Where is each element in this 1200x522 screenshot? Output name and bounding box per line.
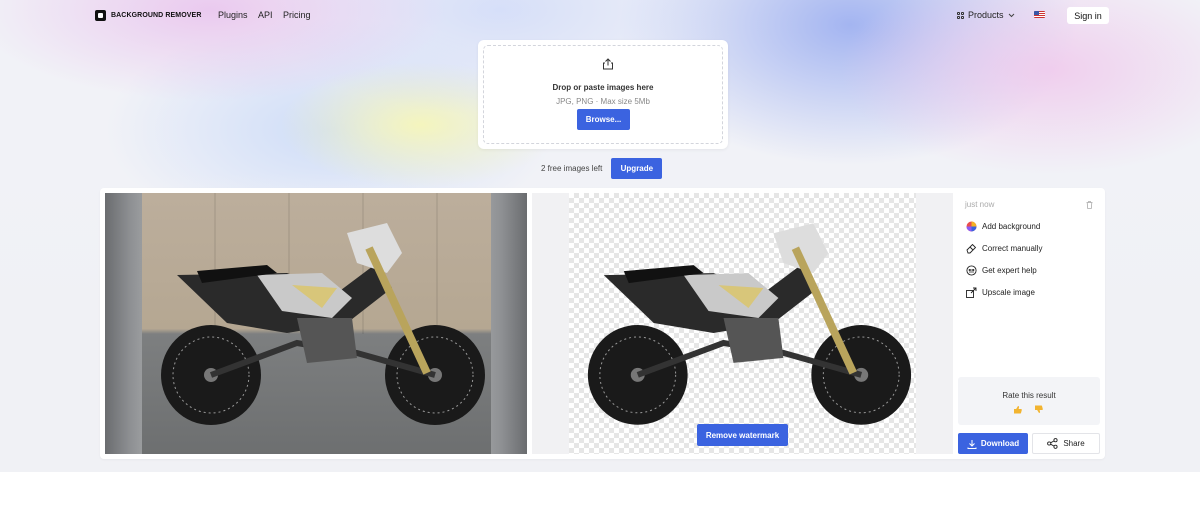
add-background-label: Add background <box>982 222 1041 231</box>
brand-name: BACKGROUND REMOVER <box>111 12 202 19</box>
rating-title: Rate this result <box>1002 391 1056 400</box>
share-label: Share <box>1063 439 1085 448</box>
upload-card[interactable]: Drop or paste images here JPG, PNG · Max… <box>478 40 728 149</box>
rating-thumbs <box>1012 404 1044 415</box>
result-sidebar: just now Add background Correct manually <box>958 193 1100 454</box>
upload-icon <box>603 58 613 70</box>
remove-watermark-button[interactable]: Remove watermark <box>697 424 788 446</box>
upscale-image-button[interactable]: Upscale image <box>966 287 1035 298</box>
thumbs-up-icon[interactable] <box>1012 404 1023 415</box>
original-image[interactable] <box>105 193 527 454</box>
result-timestamp: just now <box>965 200 995 209</box>
get-expert-help-label: Get expert help <box>982 266 1037 275</box>
download-button[interactable]: Download <box>958 433 1028 454</box>
signin-button[interactable]: Sign in <box>1067 7 1109 24</box>
products-menu[interactable]: Products <box>957 10 1015 20</box>
color-wheel-icon <box>966 221 977 232</box>
quota-row: 2 free images left Upgrade <box>541 158 663 179</box>
brand-logo-icon <box>95 10 106 21</box>
result-card: Remove watermark just now Add background… <box>100 188 1105 459</box>
trash-icon[interactable] <box>1086 201 1093 209</box>
dropzone[interactable]: Drop or paste images here JPG, PNG · Max… <box>483 45 723 144</box>
top-nav: BACKGROUND REMOVER Plugins API Pricing P… <box>0 0 1200 30</box>
add-background-button[interactable]: Add background <box>966 221 1040 232</box>
motorcycle-image <box>161 223 485 425</box>
dropzone-title: Drop or paste images here <box>552 83 654 92</box>
motorcycle-cutout-image <box>587 223 912 425</box>
thumbs-down-icon[interactable] <box>1033 404 1044 415</box>
brand-logo[interactable]: BACKGROUND REMOVER <box>95 10 201 21</box>
result-image[interactable]: Remove watermark <box>532 193 953 454</box>
us-flag-icon[interactable] <box>1034 11 1045 18</box>
correct-manually-label: Correct manually <box>982 244 1043 253</box>
share-icon <box>1047 438 1058 449</box>
share-button[interactable]: Share <box>1032 433 1100 454</box>
products-label: Products <box>968 10 1004 20</box>
nav-link-plugins[interactable]: Plugins <box>218 10 248 20</box>
download-label: Download <box>980 439 1020 448</box>
correct-manually-button[interactable]: Correct manually <box>966 243 1042 254</box>
rating-box: Rate this result <box>958 377 1100 425</box>
browse-button[interactable]: Browse... <box>577 109 630 130</box>
eraser-icon <box>966 243 977 254</box>
expert-help-icon <box>966 265 977 276</box>
chevron-down-icon <box>1008 13 1014 17</box>
upscale-image-label: Upscale image <box>982 288 1035 297</box>
nav-link-pricing[interactable]: Pricing <box>283 10 311 20</box>
dropzone-subtitle: JPG, PNG · Max size 5Mb <box>556 97 650 106</box>
upgrade-button[interactable]: Upgrade <box>611 158 663 179</box>
upscale-icon <box>966 287 977 298</box>
free-images-left: 2 free images left <box>541 164 603 173</box>
grid-icon <box>957 11 964 19</box>
get-expert-help-button[interactable]: Get expert help <box>966 265 1037 276</box>
nav-link-api[interactable]: API <box>258 10 273 20</box>
download-icon <box>967 439 977 449</box>
